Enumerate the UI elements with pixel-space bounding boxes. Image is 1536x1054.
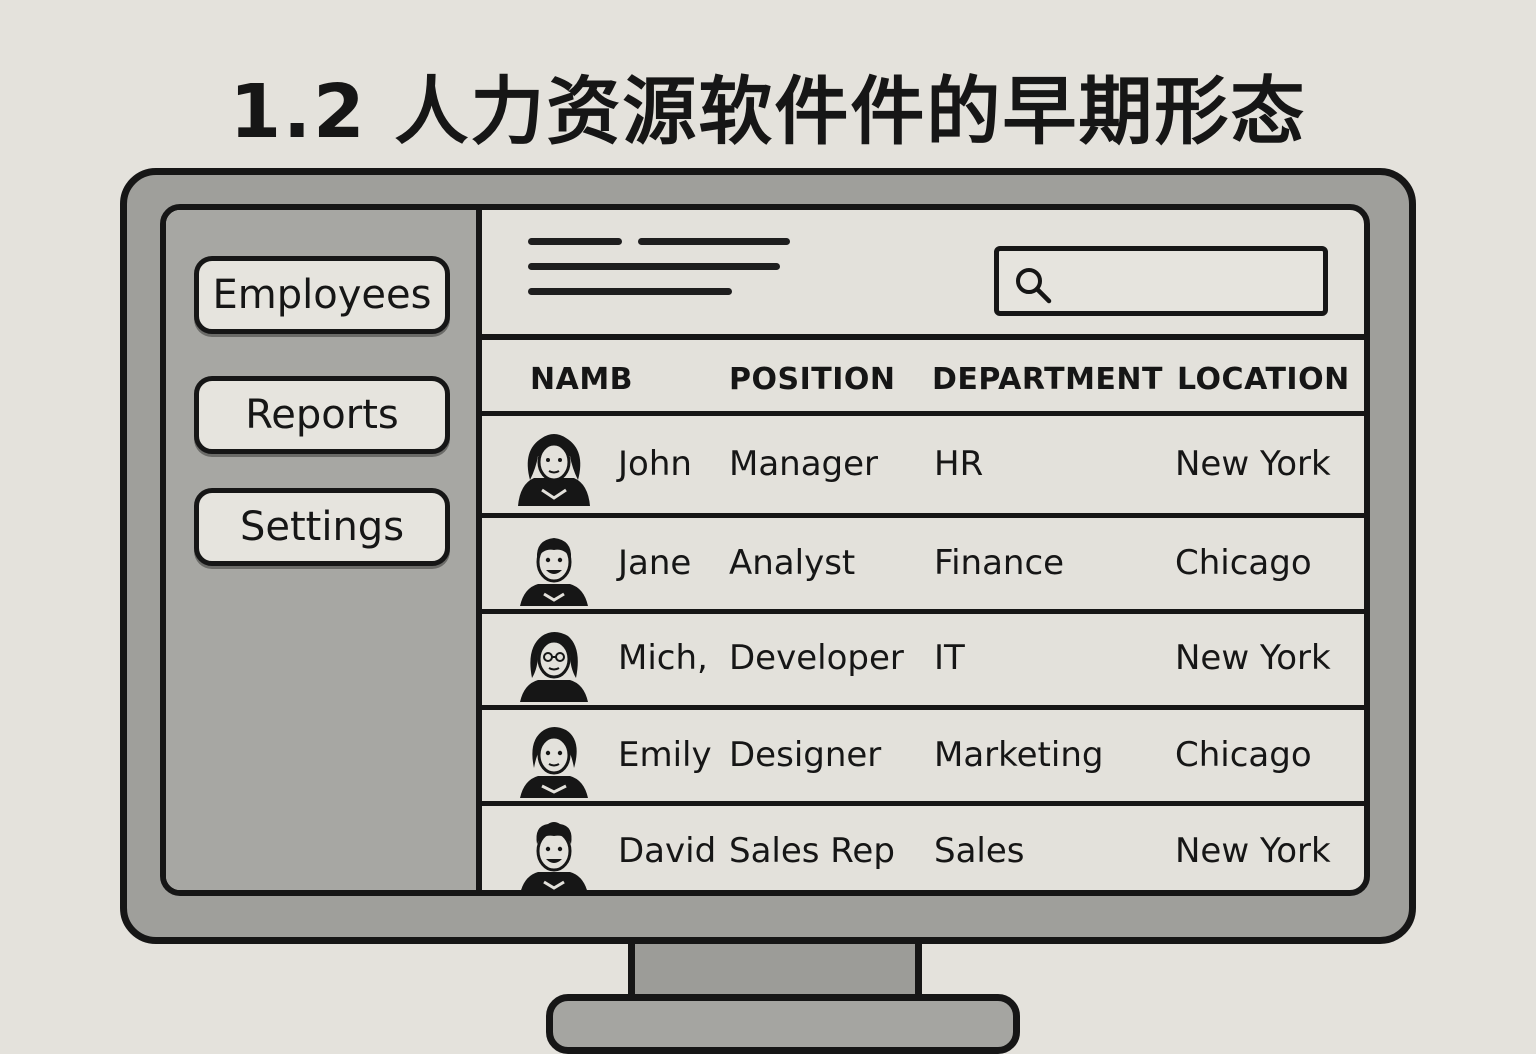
top-bar [482,210,1364,340]
cell-name: Emily [618,735,712,775]
cell-location: New York [1175,638,1331,678]
column-header-name[interactable]: NAMB [530,362,633,397]
page-title: 1.2 人力资源软件件的早期形态 [229,69,1307,155]
table-header: NAMB POSITION DEPARTMENT LOCATION [482,340,1364,416]
sidebar: Employees Reports Settings [166,210,482,890]
table-row[interactable]: John Manager HR New York [482,416,1364,518]
cell-location: Chicago [1175,735,1312,775]
avatar-long-hair-icon [518,434,590,506]
sidebar-item-employees[interactable]: Employees [194,256,450,334]
app-logo [528,238,808,318]
column-header-department[interactable]: DEPARTMENT [932,362,1163,397]
column-header-location[interactable]: LOCATION [1177,362,1350,397]
cell-position: Manager [729,444,879,484]
avatar-curly-hair-icon [521,822,587,890]
column-header-position[interactable]: POSITION [729,362,896,397]
cell-position: Designer [729,735,882,775]
sidebar-item-label: Settings [239,504,405,550]
search-input[interactable] [1059,261,1313,303]
table-row[interactable]: Jane Analyst Finance Chicago [482,518,1364,614]
cell-department: Marketing [934,735,1104,775]
table-row[interactable]: David Sales Rep Sales New York [482,806,1364,890]
cell-location: Chicago [1175,543,1312,583]
cell-location: New York [1175,444,1331,484]
search-box[interactable] [994,246,1328,316]
cell-name: John [618,444,692,484]
cell-location: New York [1175,831,1331,871]
cell-department: HR [934,444,984,484]
monitor-stand-base [546,994,1020,1054]
cell-position: Developer [729,638,904,678]
table-row[interactable]: Emily Designer Marketing Chicago [482,710,1364,806]
avatar-glasses-icon [520,632,588,702]
cell-department: Finance [934,543,1065,583]
main-panel: NAMB POSITION DEPARTMENT LOCATION John M… [482,210,1364,890]
avatar-short-hair-icon [520,538,588,606]
monitor-screen: Employees Reports Settings NAMB POSITION… [160,204,1370,896]
sidebar-item-reports[interactable]: Reports [194,376,450,454]
cell-name: David [618,831,717,871]
sidebar-item-label: Employees [212,272,432,318]
search-icon [1016,268,1052,304]
cell-position: Sales Rep [729,831,895,871]
sidebar-item-settings[interactable]: Settings [194,488,450,566]
cell-position: Analyst [729,543,856,583]
cell-name: Jane [618,543,692,583]
cell-department: IT [934,638,965,678]
sidebar-item-label: Reports [245,392,399,438]
table-row[interactable]: Mich, Developer IT New York [482,614,1364,710]
cell-name: Mich, [618,638,708,678]
avatar-bob-hair-icon [520,727,588,798]
cell-department: Sales [934,831,1025,871]
